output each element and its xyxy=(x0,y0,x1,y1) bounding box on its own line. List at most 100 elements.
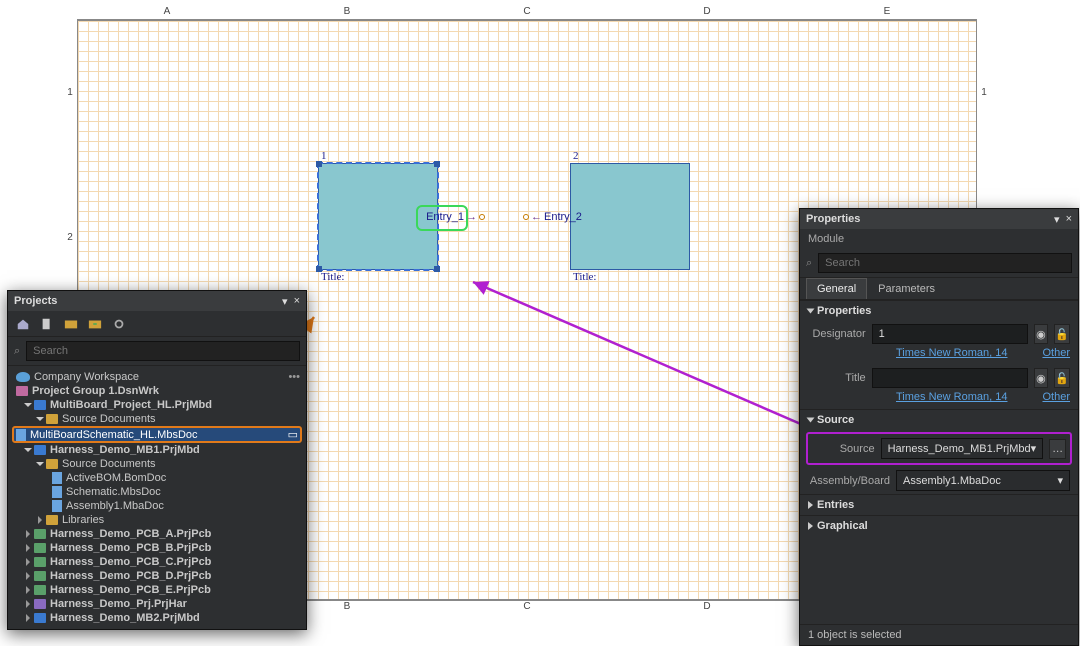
document-icon xyxy=(52,486,62,498)
port-icon[interactable] xyxy=(523,214,529,220)
file-icon[interactable] xyxy=(40,317,54,331)
chevron-right-icon[interactable] xyxy=(38,516,42,524)
projects-tree[interactable]: Company Workspace••• Project Group 1.Dsn… xyxy=(8,366,306,633)
tree-row-project[interactable]: Harness_Demo_MB1.PrjMbd xyxy=(8,443,306,457)
pin-icon[interactable]: ▾ xyxy=(1054,213,1060,226)
properties-search-row: ⌕ xyxy=(800,249,1078,278)
document-icon xyxy=(52,500,62,512)
properties-search-input[interactable] xyxy=(818,253,1072,273)
pin-icon[interactable]: ▾ xyxy=(282,295,288,308)
tab-general[interactable]: General xyxy=(806,278,867,299)
pcb-project-icon xyxy=(34,557,46,567)
more-icon[interactable]: ••• xyxy=(288,371,300,383)
designator-other-link[interactable]: Other xyxy=(1042,347,1070,359)
tree-row-doc[interactable]: Schematic.MbsDoc xyxy=(8,485,306,499)
module-designator: 2 xyxy=(573,150,579,162)
tree-row-workspace[interactable]: Company Workspace••• xyxy=(8,370,306,384)
tree-row-project[interactable]: Harness_Demo_PCB_C.PrjPcb xyxy=(8,555,306,569)
lock-icon[interactable]: 🔓 xyxy=(1054,368,1070,388)
resize-handle[interactable] xyxy=(434,161,440,167)
project-icon xyxy=(34,613,46,623)
resize-handle[interactable] xyxy=(434,266,440,272)
tree-row-group[interactable]: Project Group 1.DsnWrk xyxy=(8,384,306,398)
chevron-right-icon[interactable] xyxy=(26,572,30,580)
document-icon xyxy=(16,429,26,441)
title-other-link[interactable]: Other xyxy=(1042,391,1070,403)
tree-row-project[interactable]: Harness_Demo_PCB_D.PrjPcb xyxy=(8,569,306,583)
tree-row-doc[interactable]: Assembly1.MbaDoc xyxy=(8,499,306,513)
tab-parameters[interactable]: Parameters xyxy=(867,278,946,299)
folder-icon[interactable] xyxy=(64,317,78,331)
chevron-down-icon: ▾ xyxy=(1031,442,1037,455)
section-source[interactable]: Source xyxy=(800,409,1078,430)
title-input[interactable] xyxy=(872,368,1028,388)
designator-font-link[interactable]: Times New Roman, 14 xyxy=(896,347,1007,359)
panel-title: Properties xyxy=(806,213,860,225)
module-designator: 1 xyxy=(321,150,327,162)
folder-icon xyxy=(46,414,58,424)
tree-row-project[interactable]: Harness_Demo_PCB_E.PrjPcb xyxy=(8,583,306,597)
chevron-down-icon[interactable] xyxy=(24,448,32,452)
properties-panel[interactable]: Properties ▾ × Module ⌕ General Paramete… xyxy=(799,208,1079,646)
chevron-right-icon[interactable] xyxy=(26,544,30,552)
projects-panel[interactable]: Projects ▾ × ⌕ Company Workspace••• Proj… xyxy=(7,290,307,630)
chevron-right-icon[interactable] xyxy=(26,530,30,538)
section-graphical[interactable]: Graphical xyxy=(800,515,1078,536)
tree-row-project[interactable]: Harness_Demo_MB2.PrjMbd xyxy=(8,611,306,625)
projects-search-row: ⌕ xyxy=(8,337,306,366)
port-icon[interactable] xyxy=(479,214,485,220)
chevron-down-icon[interactable] xyxy=(36,417,44,421)
chevron-down-icon[interactable] xyxy=(36,462,44,466)
folder-arrow-icon[interactable] xyxy=(88,317,102,331)
document-icon xyxy=(52,472,62,484)
visibility-icon[interactable]: ◉ xyxy=(1034,368,1049,388)
close-icon[interactable]: × xyxy=(294,295,300,308)
chevron-down-icon[interactable] xyxy=(24,403,32,407)
tree-row-project[interactable]: Harness_Demo_PCB_B.PrjPcb xyxy=(8,541,306,555)
tree-row-folder[interactable]: Source Documents xyxy=(8,412,306,426)
tree-row-project[interactable]: Harness_Demo_PCB_A.PrjPcb xyxy=(8,527,306,541)
doc-menu-icon[interactable]: ▭ xyxy=(288,428,298,441)
section-properties[interactable]: Properties xyxy=(800,300,1078,321)
tree-row-folder[interactable]: Libraries xyxy=(8,513,306,527)
close-icon[interactable]: × xyxy=(1066,213,1072,226)
chevron-right-icon[interactable] xyxy=(26,586,30,594)
section-entries[interactable]: Entries xyxy=(800,494,1078,515)
tree-row-project[interactable]: MultiBoard_Project_HL.PrjMbd xyxy=(8,398,306,412)
panel-title: Projects xyxy=(14,295,57,307)
lock-icon[interactable]: 🔓 xyxy=(1054,324,1070,344)
visibility-icon[interactable]: ◉ xyxy=(1034,324,1049,344)
project-icon xyxy=(34,445,46,455)
annotation-highlight-source: Source Harness_Demo_MB1.PrjMbd ▾ … xyxy=(806,432,1072,465)
title-font-link[interactable]: Times New Roman, 14 xyxy=(896,391,1007,403)
assembly-dropdown[interactable]: Assembly1.MbaDoc ▾ xyxy=(896,470,1070,491)
designator-input[interactable] xyxy=(872,324,1028,344)
tree-row-selected-doc[interactable]: MultiBoardSchematic_HL.MbsDoc▭ xyxy=(12,426,302,443)
assembly-value: Assembly1.MbaDoc xyxy=(903,475,1001,487)
tree-row-folder[interactable]: Source Documents xyxy=(8,457,306,471)
search-icon: ⌕ xyxy=(806,257,812,270)
source-dropdown[interactable]: Harness_Demo_MB1.PrjMbd ▾ xyxy=(881,438,1044,459)
panel-header[interactable]: Projects ▾ × xyxy=(8,291,306,311)
browse-button[interactable]: … xyxy=(1049,439,1066,459)
assembly-label: Assembly/Board xyxy=(808,475,890,487)
module-entry-2[interactable]: ← Entry_2 xyxy=(523,211,582,223)
gear-icon[interactable] xyxy=(112,317,126,331)
chevron-right-icon[interactable] xyxy=(26,600,30,608)
chevron-right-icon[interactable] xyxy=(26,558,30,566)
row-title: Title ◉ 🔓 xyxy=(800,365,1078,391)
properties-tabs: General Parameters xyxy=(800,278,1078,300)
ruler-top: ABCDE xyxy=(77,6,977,20)
pcb-project-icon xyxy=(34,529,46,539)
row-designator: Designator ◉ 🔓 xyxy=(800,321,1078,347)
projects-search-input[interactable] xyxy=(26,341,300,361)
source-label: Source xyxy=(812,443,875,455)
home-icon[interactable] xyxy=(16,317,30,331)
module-title: Title: xyxy=(321,271,344,283)
module-2[interactable]: 2 Title: ← Entry_2 xyxy=(570,163,690,270)
panel-header[interactable]: Properties ▾ × xyxy=(800,209,1078,229)
tree-row-doc[interactable]: ActiveBOM.BomDoc xyxy=(8,471,306,485)
pcb-project-icon xyxy=(34,571,46,581)
tree-row-project[interactable]: Harness_Demo_Prj.PrjHar xyxy=(8,597,306,611)
chevron-right-icon[interactable] xyxy=(26,614,30,622)
